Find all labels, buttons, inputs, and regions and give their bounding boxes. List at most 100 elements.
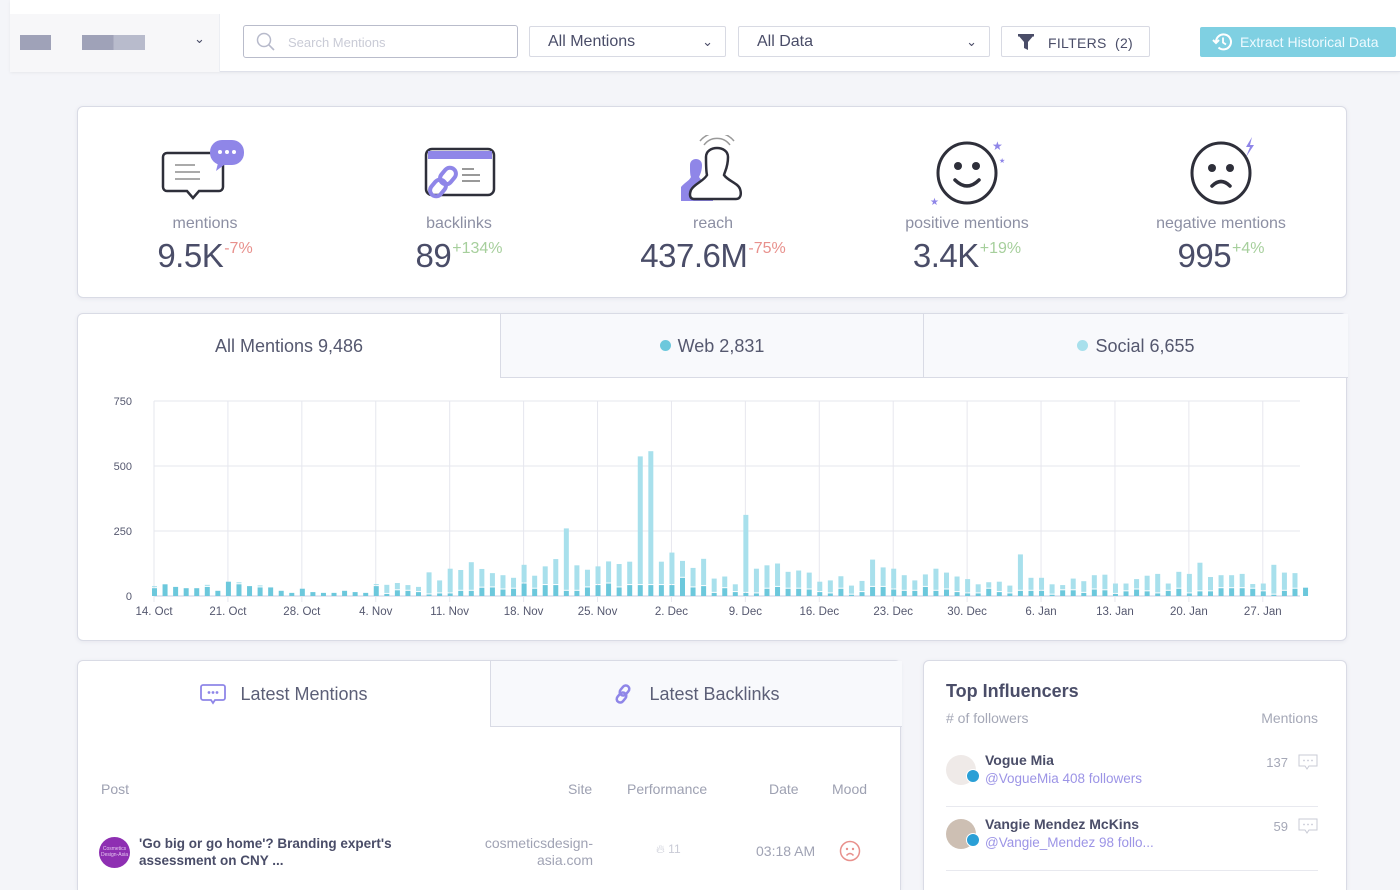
chevron-down-icon[interactable]: ⌄ (194, 31, 205, 47)
bar-web (1218, 588, 1224, 596)
bar-social (891, 568, 897, 589)
bar-social (204, 584, 210, 586)
tab-social[interactable]: Social 6,655 (924, 314, 1348, 378)
data-scope-dropdown[interactable]: All Data ⌄ (738, 26, 990, 57)
bar-social (595, 566, 601, 585)
stat-value: 995 (1177, 237, 1232, 274)
stat-label: positive mentions (905, 215, 1029, 232)
bar-social (553, 559, 559, 585)
bar-web (775, 586, 781, 596)
bar-web (827, 593, 833, 596)
bar-social (1271, 564, 1277, 594)
bar-web (711, 592, 717, 596)
x-tick-label: 13. Jan (1096, 606, 1134, 618)
bar-web (616, 587, 622, 596)
influencer-handle[interactable]: @Vangie_Mendez 98 follo... (985, 835, 1154, 850)
svg-text:★: ★ (930, 197, 939, 208)
bar-web (848, 594, 854, 596)
account-name-placeholder (82, 35, 145, 50)
mentions-bar-chart: 0 250 500 750 14. Oct 21. Oct 28. Oct 4. Nov 11.… (114, 396, 1309, 618)
tab-label: Latest Mentions (240, 683, 368, 704)
bar-web (595, 585, 601, 596)
bar-web (468, 590, 474, 596)
bar-web (1239, 588, 1245, 596)
performance: 🔥︎ 11 (656, 842, 681, 857)
mentions-type-value: All Mentions (548, 33, 636, 50)
filters-button[interactable]: FILTERS (2) (1001, 26, 1150, 57)
bar-web (215, 590, 221, 596)
bar-social (384, 584, 390, 593)
bar-web (247, 586, 253, 596)
table-row[interactable]: Cosmetics Design-Asia 'Go big or go home… (78, 829, 902, 869)
column-header-date: Date (769, 781, 799, 797)
sad-face-icon (1190, 137, 1254, 205)
bar-social (648, 451, 654, 585)
y-tick-label: 750 (114, 396, 132, 408)
tab-web[interactable]: Web 2,831 (501, 314, 924, 378)
bar-social (437, 580, 443, 593)
bar-web (320, 592, 326, 596)
bar-social (669, 552, 675, 585)
tab-latest-mentions[interactable]: Latest Mentions (78, 661, 490, 727)
mentions-type-dropdown[interactable]: All Mentions ⌄ (529, 26, 726, 57)
bar-web (437, 593, 443, 596)
bar-social (1049, 584, 1055, 594)
backlink-icon (424, 147, 496, 199)
search-box[interactable] (243, 25, 518, 58)
tab-latest-backlinks[interactable]: Latest Backlinks (490, 661, 902, 727)
bar-social (521, 564, 527, 583)
stat-label: backlinks (426, 215, 492, 232)
search-input[interactable] (288, 33, 508, 51)
bar-web (1197, 591, 1203, 596)
influencer-name[interactable]: Vangie Mendez McKins (985, 816, 1139, 832)
x-tick-label: 23. Dec (873, 606, 913, 618)
account-switcher[interactable]: ⌄ (10, 14, 220, 72)
bar-social (1197, 562, 1203, 591)
bar-social (838, 576, 844, 588)
tab-all-mentions[interactable]: All Mentions 9,486 (78, 314, 501, 378)
bar-social (405, 585, 411, 590)
bar-web (732, 592, 738, 596)
bar-social (1281, 572, 1287, 590)
bar-web (1155, 593, 1161, 596)
bar-social (447, 568, 453, 593)
sad-face-icon (839, 840, 861, 862)
bar-web (447, 593, 453, 596)
data-scope-value: All Data (757, 33, 814, 50)
bar-social (584, 569, 590, 587)
stat-backlinks: backlinks 89+134% (332, 107, 586, 299)
bar-social (1070, 578, 1076, 590)
x-tick-label: 20. Jan (1170, 606, 1208, 618)
bar-web (394, 590, 400, 596)
influencer-row[interactable]: Vogue Mia @VogueMia 408 followers 137 (946, 745, 1318, 807)
bar-social (880, 567, 886, 586)
bar-web (162, 584, 168, 596)
bar-social (806, 572, 812, 589)
post-title[interactable]: 'Go big or go home'? Branding expert's a… (139, 835, 439, 869)
extract-historical-data-button[interactable]: Extract Historical Data (1200, 27, 1396, 57)
influencer-handle[interactable]: @VogueMia 408 followers (985, 771, 1142, 786)
site-avatar: Cosmetics Design-Asia (99, 837, 130, 868)
performance-value: 11 (668, 842, 681, 856)
stat-negative-mentions: negative mentions 995+4% (1094, 107, 1348, 299)
bar-web (901, 590, 907, 596)
bar-web (563, 590, 569, 596)
bar-social (1123, 583, 1129, 591)
bar-social (859, 580, 865, 592)
stat-value: 437.6M (640, 237, 748, 274)
bar-social (701, 558, 707, 586)
bar-web (1060, 590, 1066, 596)
influencer-row[interactable]: Vangie Mendez McKins @Vangie_Mendez 98 f… (946, 809, 1318, 871)
search-icon (256, 32, 275, 51)
bar-social (1260, 583, 1266, 591)
reach-icon (681, 135, 743, 201)
stat-positive-mentions: ★ ★ ★ positive mentions 3.4K+19% (840, 107, 1094, 299)
followers-column-header[interactable]: # of followers (946, 710, 1028, 726)
mentions-column-header[interactable]: Mentions (1261, 710, 1318, 726)
bar-social (785, 571, 791, 588)
top-bar: ⌄ All Mentions ⌄ All Data ⌄ FILTERS (2) … (10, 0, 1400, 72)
stat-label: negative mentions (1156, 215, 1286, 232)
bar-social (1144, 575, 1150, 591)
bar-web (817, 592, 823, 596)
influencer-name[interactable]: Vogue Mia (985, 752, 1054, 768)
